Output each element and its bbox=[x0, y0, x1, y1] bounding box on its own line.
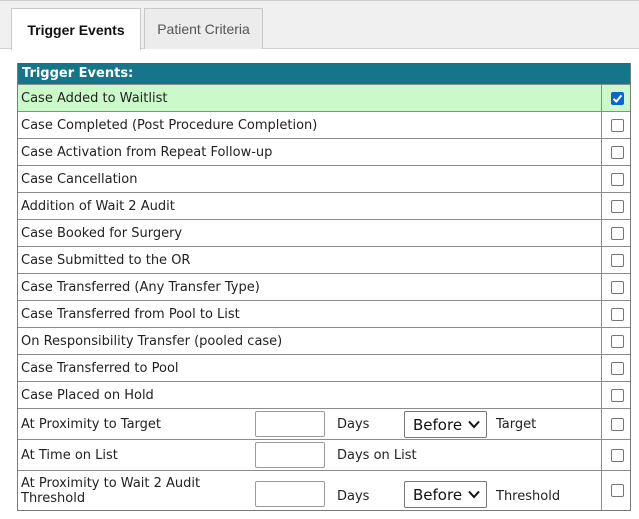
trigger-checkbox[interactable] bbox=[610, 91, 624, 105]
table-row-proximity-target: At Proximity to Target Days Before Targe… bbox=[18, 408, 630, 439]
trigger-checkbox[interactable] bbox=[610, 361, 624, 375]
checkbox-cell bbox=[601, 166, 632, 192]
table-row: Case Added to Waitlist bbox=[18, 84, 630, 111]
row-label: Case Placed on Hold bbox=[21, 387, 154, 403]
table-row: Case Transferred to Pool bbox=[18, 354, 630, 381]
table-row: Case Transferred from Pool to List bbox=[18, 300, 630, 327]
checkbox-cell bbox=[601, 193, 632, 219]
checkbox-cell bbox=[601, 274, 632, 300]
table-row: Case Completed (Post Procedure Completio… bbox=[18, 111, 630, 138]
days-label: Days bbox=[337, 489, 370, 504]
row-label: Case Submitted to the OR bbox=[21, 252, 191, 268]
trigger-checkbox[interactable] bbox=[610, 118, 624, 132]
row-label: Addition of Wait 2 Audit bbox=[21, 198, 175, 214]
row-label: Case Added to Waitlist bbox=[21, 90, 168, 106]
trigger-checkbox[interactable] bbox=[610, 334, 624, 348]
checkbox-cell bbox=[601, 301, 632, 327]
table-row: Case Placed on Hold bbox=[18, 381, 630, 408]
time-on-list-checkbox[interactable] bbox=[610, 448, 624, 462]
select-value: Before bbox=[413, 415, 463, 434]
row-label: At Proximity to Target bbox=[21, 416, 162, 432]
table-header: Trigger Events: bbox=[18, 63, 630, 84]
trigger-checkbox[interactable] bbox=[610, 226, 624, 240]
table-row: Addition of Wait 2 Audit bbox=[18, 192, 630, 219]
table-row-proximity-audit: At Proximity to Wait 2 Audit Threshold D… bbox=[18, 470, 630, 510]
trigger-checkbox[interactable] bbox=[610, 280, 624, 294]
row-label: Case Transferred to Pool bbox=[21, 360, 179, 376]
tab-bar: Trigger Events Patient Criteria bbox=[0, 0, 639, 50]
trigger-checkbox[interactable] bbox=[610, 388, 624, 402]
table-row: Case Transferred (Any Transfer Type) bbox=[18, 273, 630, 300]
checkbox-cell bbox=[601, 382, 632, 408]
row-label: Case Activation from Repeat Follow-up bbox=[21, 144, 273, 160]
tab-patient-criteria[interactable]: Patient Criteria bbox=[144, 8, 263, 49]
checkbox-cell bbox=[601, 355, 632, 381]
table-row: Case Cancellation bbox=[18, 165, 630, 192]
row-label: At Time on List bbox=[21, 447, 118, 463]
trigger-rows: Case Added to Waitlist Case Completed (Po… bbox=[18, 84, 630, 408]
table-row: On Responsibility Transfer (pooled case) bbox=[18, 327, 630, 354]
table-row-time-on-list: At Time on List Days on List bbox=[18, 439, 630, 470]
trigger-checkbox[interactable] bbox=[610, 307, 624, 321]
chevron-down-icon bbox=[468, 490, 480, 499]
proximity-audit-checkbox[interactable] bbox=[610, 484, 624, 497]
row-label-line2: Threshold bbox=[21, 490, 86, 506]
checkbox-cell bbox=[601, 409, 632, 439]
select-value: Before bbox=[413, 485, 463, 504]
row-label-line1: At Proximity to Wait 2 Audit bbox=[21, 475, 201, 491]
tab-trigger-events[interactable]: Trigger Events bbox=[11, 8, 141, 50]
target-label: Target bbox=[496, 416, 537, 432]
table-row: Case Booked for Surgery bbox=[18, 219, 630, 246]
row-label: Case Booked for Surgery bbox=[21, 225, 183, 241]
checkbox-cell bbox=[601, 112, 632, 138]
checkbox-cell bbox=[601, 139, 632, 165]
trigger-events-table: Trigger Events: Case Added to Waitlist Ca… bbox=[17, 63, 631, 511]
row-label: Case Transferred (Any Transfer Type) bbox=[21, 279, 260, 295]
trigger-checkbox[interactable] bbox=[610, 145, 624, 159]
proximity-target-checkbox[interactable] bbox=[610, 417, 624, 431]
row-label: Case Transferred from Pool to List bbox=[21, 306, 240, 322]
checkbox-cell bbox=[601, 328, 632, 354]
proximity-target-days-input[interactable] bbox=[255, 411, 325, 437]
proximity-audit-days-input[interactable] bbox=[255, 481, 325, 507]
days-label: Days bbox=[337, 416, 370, 432]
table-row: Case Submitted to the OR bbox=[18, 246, 630, 273]
row-label: At Proximity to Wait 2 Audit Threshold bbox=[21, 471, 200, 510]
table-row: Case Activation from Repeat Follow-up bbox=[18, 138, 630, 165]
checkbox-cell bbox=[601, 85, 632, 111]
trigger-checkbox[interactable] bbox=[610, 172, 624, 186]
row-label: Case Completed (Post Procedure Completio… bbox=[21, 117, 318, 133]
checkbox-cell bbox=[601, 440, 632, 470]
threshold-label: Threshold bbox=[496, 489, 561, 504]
days-on-list-label: Days on List bbox=[337, 447, 417, 463]
time-on-list-days-input[interactable] bbox=[255, 442, 325, 468]
check-icon bbox=[612, 94, 622, 103]
trigger-checkbox[interactable] bbox=[610, 199, 624, 213]
trigger-checkbox[interactable] bbox=[610, 253, 624, 267]
checkbox-cell bbox=[601, 220, 632, 246]
chevron-down-icon bbox=[468, 420, 480, 429]
row-label: On Responsibility Transfer (pooled case) bbox=[21, 333, 283, 349]
proximity-target-direction-select[interactable]: Before bbox=[404, 411, 487, 438]
proximity-audit-direction-select[interactable]: Before bbox=[404, 481, 487, 508]
checkbox-cell bbox=[601, 247, 632, 273]
row-label: Case Cancellation bbox=[21, 171, 138, 187]
checkbox-cell bbox=[601, 471, 632, 510]
